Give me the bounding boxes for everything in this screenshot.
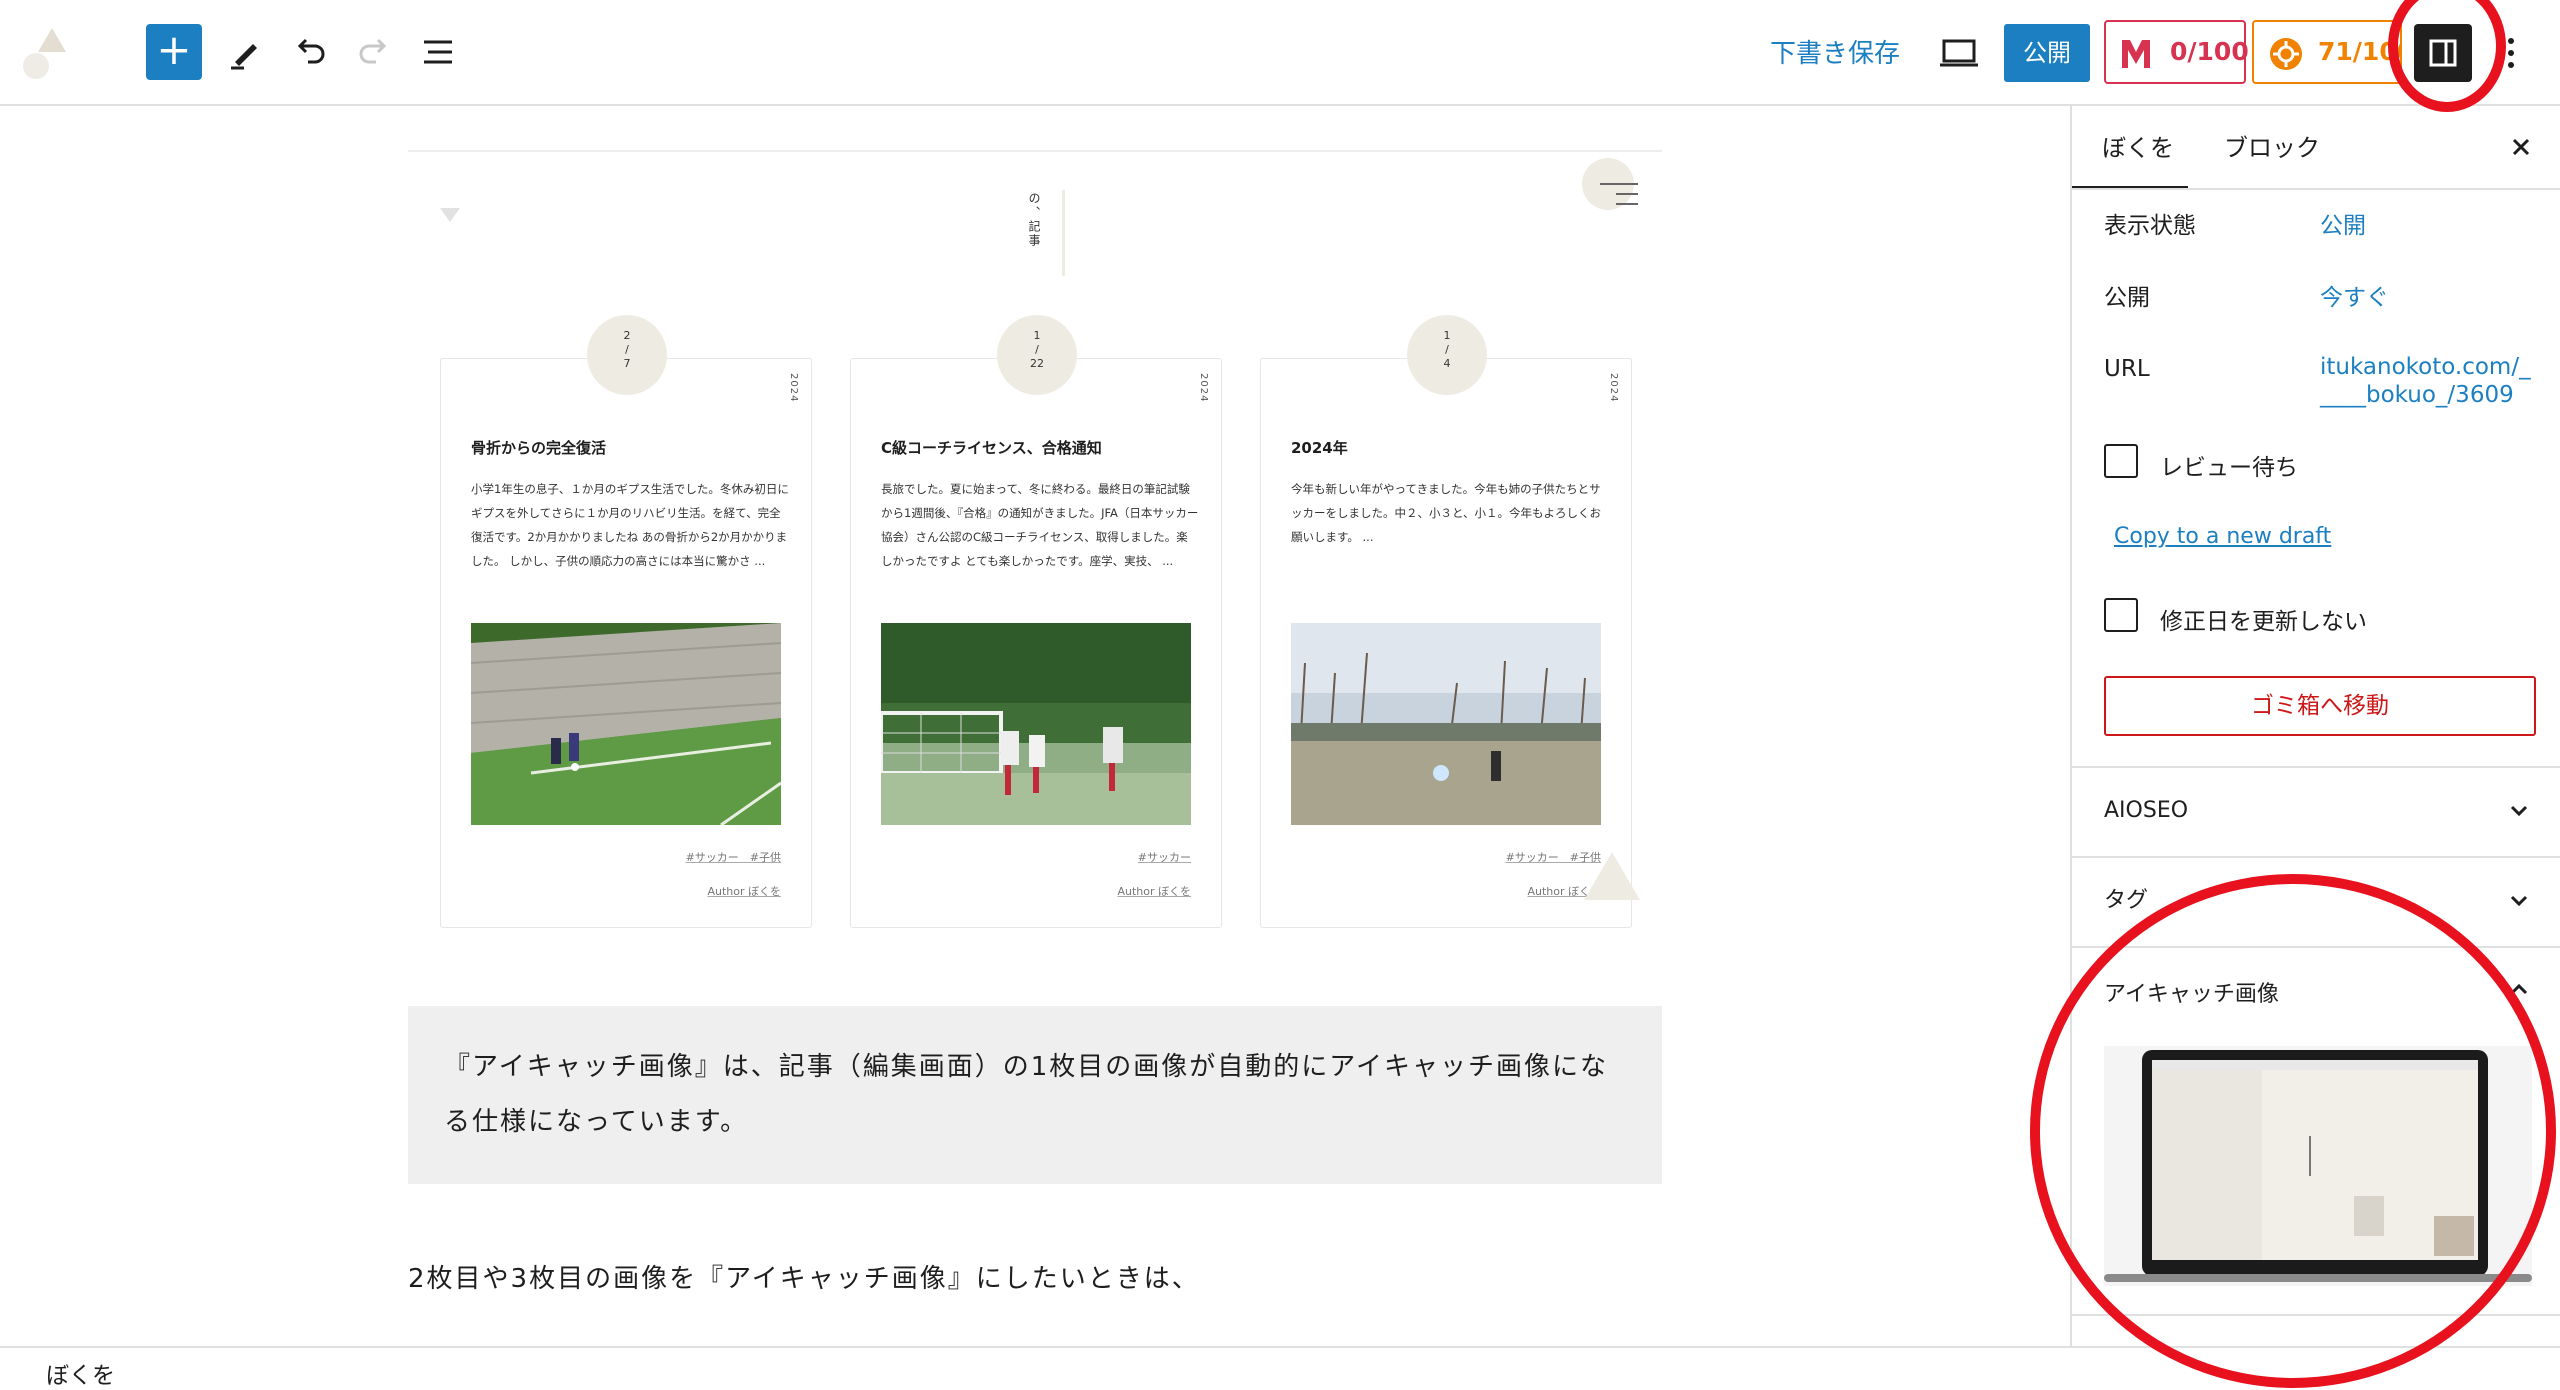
post-thumbnail-image[interactable] (1291, 623, 1601, 825)
post-year: 2024 (788, 373, 799, 403)
post-month: 1 (1033, 329, 1041, 342)
no-update-date-checkbox[interactable] (2104, 598, 2138, 632)
post-day: 7 (623, 357, 631, 370)
post-date-badge: 1 / 22 (997, 315, 1077, 395)
date-separator: / (1035, 343, 1039, 356)
annotation-circle-featured-image (2030, 874, 2556, 1388)
highlight-paragraph-block[interactable]: 『アイキャッチ画像』は、記事（編集画面）の1枚目の画像が自動的にアイキャッチ画像… (408, 1006, 1662, 1184)
post-thumbnail-image[interactable] (881, 623, 1191, 825)
add-block-button[interactable]: + (146, 24, 202, 80)
move-to-trash-button[interactable]: ゴミ箱へ移動 (2104, 676, 2536, 736)
aioseo-gear-icon (2270, 38, 2302, 70)
panel-divider (2072, 766, 2560, 768)
post-excerpt: 今年も新しい年がやってきました。今年も姉の子供たちとサッカーをしました。中２、小… (1291, 482, 1602, 544)
close-icon[interactable] (2506, 132, 2536, 162)
seo-plugin-icon (2122, 40, 2150, 68)
post-card[interactable]: 2 / 7 2024 骨折からの完全復活 小学1年生の息子、１か月のギプス生活で… (440, 315, 812, 928)
post-day: 4 (1443, 357, 1451, 370)
pending-review-checkbox[interactable] (2104, 444, 2138, 478)
post-title[interactable]: 2024年 (1291, 437, 1348, 458)
preview-laptop-icon[interactable] (1934, 28, 1984, 78)
tags-panel-title[interactable]: タグ (2104, 882, 2148, 914)
url-value-line1[interactable]: itukanokoto.com/_ (2320, 354, 2531, 380)
post-tags[interactable]: #サッカー #子供 (686, 849, 781, 865)
post-date-badge: 2 / 7 (587, 315, 667, 395)
post-excerpt: 長旅でした。夏に始まって、冬に終わる。最終日の筆記試験から1週間後、『合格』の通… (881, 482, 1199, 568)
aioseo-score-button[interactable]: 71/100 (2252, 20, 2402, 84)
tab-block[interactable]: ブロック (2224, 128, 2320, 163)
highlight-paragraph-text[interactable]: 『アイキャッチ画像』は、記事（編集画面）の1枚目の画像が自動的にアイキャッチ画像… (444, 1040, 1634, 1150)
block-breadcrumb[interactable]: ぼくを (46, 1356, 115, 1390)
post-title[interactable]: C級コーチライセンス、合格通知 (881, 437, 1102, 458)
tabs-divider (2072, 188, 2560, 190)
document-overview-icon[interactable] (410, 24, 466, 80)
post-year: 2024 (1198, 373, 1209, 403)
post-month: 2 (623, 329, 631, 342)
copy-to-new-draft-link[interactable]: Copy to a new draft (2114, 524, 2331, 549)
chevron-down-icon[interactable] (2506, 798, 2532, 824)
publish-label: 公開 (2104, 285, 2150, 311)
post-card[interactable]: 1 / 4 2024 2024年 今年も新しい年がやってきました。今年も姉の子供… (1260, 315, 1632, 928)
menu-lines-icon[interactable] (1596, 180, 1644, 208)
post-month: 1 (1443, 329, 1451, 342)
heading-divider (1062, 190, 1065, 276)
url-value-line2[interactable]: ____bokuo_/3609 (2320, 382, 2514, 408)
redo-icon[interactable] (346, 24, 402, 80)
save-draft-button[interactable]: 下書き保存 (1770, 34, 1900, 74)
tab-post[interactable]: ぼくを (2102, 128, 2174, 163)
post-author[interactable]: Author ぼくを (1117, 883, 1191, 899)
visibility-label: 表示状態 (2104, 213, 2196, 239)
post-day: 22 (1030, 357, 1044, 370)
editor-app: + 下書き保存 公開 0/100 71/10 の、記事 2 / 7 2024 骨… (0, 0, 2560, 1390)
visibility-value-button[interactable]: 公開 (2320, 206, 2366, 240)
post-tags[interactable]: #サッカー (1138, 849, 1191, 865)
chevron-down-icon[interactable] (2506, 888, 2532, 914)
post-card[interactable]: 1 / 22 2024 C級コーチライセンス、合格通知 長旅でした。夏に始まって… (850, 315, 1222, 928)
edit-pencil-icon[interactable] (218, 24, 274, 80)
undo-icon[interactable] (282, 24, 338, 80)
post-date-badge: 1 / 4 (1407, 315, 1487, 395)
editor-canvas[interactable]: の、記事 2 / 7 2024 骨折からの完全復活 小学1年生の息子、１か月のギ… (0, 106, 2068, 1346)
aioseo-panel-title[interactable]: AIOSEO (2104, 798, 2188, 823)
triangle-decoration-icon (1584, 852, 1640, 900)
embedded-post-grid-block[interactable]: の、記事 2 / 7 2024 骨折からの完全復活 小学1年生の息子、１か月のギ… (408, 150, 1662, 940)
date-separator: / (1445, 343, 1449, 356)
seo-score-text: 0/100 (2170, 37, 2249, 66)
post-excerpt: 小学1年生の息子、１か月のギプス生活でした。冬休み初日にギプスを外してさらに１か… (471, 482, 789, 568)
url-label: URL (2104, 356, 2150, 382)
paragraph-block[interactable]: 2枚目や3枚目の画像を『アイキャッチ画像』にしたいときは、 (408, 1258, 1200, 1295)
post-thumbnail-image[interactable] (471, 623, 781, 825)
seo-score-button[interactable]: 0/100 (2104, 20, 2249, 84)
publish-date-button[interactable]: 今すぐ (2320, 278, 2389, 312)
post-title[interactable]: 骨折からの完全復活 (471, 437, 606, 458)
editor-toolbar: + 下書き保存 公開 0/100 71/10 (0, 0, 2560, 106)
triangle-decoration-icon (440, 208, 460, 222)
post-author[interactable]: Author ぼくを (707, 883, 781, 899)
date-separator: / (625, 343, 629, 356)
panel-divider (2072, 856, 2560, 858)
no-update-date-label[interactable]: 修正日を更新しない (2160, 602, 2367, 636)
section-vertical-heading: の、記事 (1027, 192, 1041, 248)
publish-button[interactable]: 公開 (2004, 24, 2090, 82)
post-year: 2024 (1608, 373, 1619, 403)
site-logo-icon[interactable] (20, 22, 80, 82)
pending-review-label[interactable]: レビュー待ち (2160, 448, 2298, 482)
